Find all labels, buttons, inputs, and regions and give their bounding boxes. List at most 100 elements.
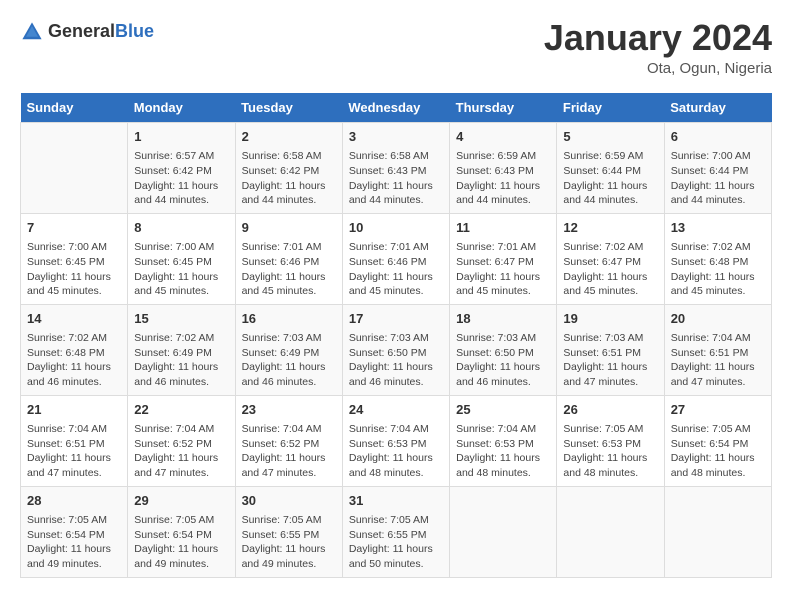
cell-content: Sunrise: 7:05 AMSunset: 6:55 PMDaylight:…	[349, 513, 443, 572]
day-number: 24	[349, 401, 443, 419]
cell-content: Sunrise: 7:02 AMSunset: 6:49 PMDaylight:…	[134, 331, 228, 390]
month-title: January 2024	[544, 20, 772, 56]
calendar-cell: 25 Sunrise: 7:04 AMSunset: 6:53 PMDayligh…	[450, 395, 557, 486]
day-number: 2	[242, 128, 336, 146]
calendar-body: 1 Sunrise: 6:57 AMSunset: 6:42 PMDaylight…	[21, 123, 772, 578]
day-header-thursday: Thursday	[450, 93, 557, 123]
cell-content: Sunrise: 7:00 AMSunset: 6:45 PMDaylight:…	[134, 240, 228, 299]
calendar-cell: 29Sunrise: 7:05 AMSunset: 6:54 PMDayligh…	[128, 486, 235, 577]
day-number: 28	[27, 492, 121, 510]
day-header-wednesday: Wednesday	[342, 93, 449, 123]
calendar-week-row: 21 Sunrise: 7:04 AMSunset: 6:51 PMDayligh…	[21, 395, 772, 486]
day-number: 3	[349, 128, 443, 146]
day-number: 21	[27, 401, 121, 419]
cell-content: Sunrise: 7:04 AMSunset: 6:53 PMDaylight:…	[349, 422, 443, 481]
calendar-cell: 13Sunrise: 7:02 AMSunset: 6:48 PMDayligh…	[664, 213, 771, 304]
calendar-header-row: SundayMondayTuesdayWednesdayThursdayFrid…	[21, 93, 772, 123]
cell-content: Sunrise: 7:01 AMSunset: 6:46 PMDaylight:…	[349, 240, 443, 299]
day-number: 27	[671, 401, 765, 419]
cell-content: Sunrise: 6:57 AMSunset: 6:42 PMDaylight:…	[134, 149, 228, 208]
cell-content: Sunrise: 7:04 AMSunset: 6:51 PMDaylight:…	[27, 422, 121, 481]
location-subtitle: Ota, Ogun, Nigeria	[544, 60, 772, 77]
day-number: 15	[134, 310, 228, 328]
cell-content: Sunrise: 7:04 AMSunset: 6:51 PMDaylight:…	[671, 331, 765, 390]
calendar-cell: 21 Sunrise: 7:04 AMSunset: 6:51 PMDayligh…	[21, 395, 128, 486]
day-number: 14	[27, 310, 121, 328]
calendar-cell	[21, 123, 128, 214]
calendar-cell: 3 Sunrise: 6:58 AMSunset: 6:43 PMDaylight…	[342, 123, 449, 214]
cell-content: Sunrise: 7:03 AMSunset: 6:51 PMDaylight:…	[563, 331, 657, 390]
calendar-week-row: 1 Sunrise: 6:57 AMSunset: 6:42 PMDaylight…	[21, 123, 772, 214]
page-header: GeneralBlue January 2024 Ota, Ogun, Nige…	[20, 20, 772, 77]
day-number: 30	[242, 492, 336, 510]
calendar-cell: 15 Sunrise: 7:02 AMSunset: 6:49 PMDayligh…	[128, 304, 235, 395]
day-number: 12	[563, 219, 657, 237]
calendar-cell: 20 Sunrise: 7:04 AMSunset: 6:51 PMDayligh…	[664, 304, 771, 395]
calendar-cell: 27 Sunrise: 7:05 AMSunset: 6:54 PMDayligh…	[664, 395, 771, 486]
calendar-cell: 12 Sunrise: 7:02 AMSunset: 6:47 PMDayligh…	[557, 213, 664, 304]
calendar-cell: 4Sunrise: 6:59 AMSunset: 6:43 PMDaylight…	[450, 123, 557, 214]
day-number: 25	[456, 401, 550, 419]
cell-content: Sunrise: 7:04 AMSunset: 6:52 PMDaylight:…	[242, 422, 336, 481]
cell-content: Sunrise: 7:03 AMSunset: 6:50 PMDaylight:…	[456, 331, 550, 390]
day-number: 18	[456, 310, 550, 328]
calendar-cell	[450, 486, 557, 577]
day-number: 7	[27, 219, 121, 237]
cell-content: Sunrise: 7:05 AMSunset: 6:54 PMDaylight:…	[671, 422, 765, 481]
calendar-cell: 24 Sunrise: 7:04 AMSunset: 6:53 PMDayligh…	[342, 395, 449, 486]
day-number: 23	[242, 401, 336, 419]
day-number: 5	[563, 128, 657, 146]
calendar-cell: 31 Sunrise: 7:05 AMSunset: 6:55 PMDayligh…	[342, 486, 449, 577]
calendar-cell: 14 Sunrise: 7:02 AMSunset: 6:48 PMDayligh…	[21, 304, 128, 395]
cell-content: Sunrise: 7:03 AMSunset: 6:50 PMDaylight:…	[349, 331, 443, 390]
logo-blue: Blue	[115, 21, 154, 41]
cell-content: Sunrise: 7:02 AMSunset: 6:48 PMDaylight:…	[27, 331, 121, 390]
day-header-monday: Monday	[128, 93, 235, 123]
day-number: 31	[349, 492, 443, 510]
day-number: 22	[134, 401, 228, 419]
day-number: 17	[349, 310, 443, 328]
calendar-week-row: 7 Sunrise: 7:00 AMSunset: 6:45 PMDaylight…	[21, 213, 772, 304]
calendar-week-row: 14 Sunrise: 7:02 AMSunset: 6:48 PMDayligh…	[21, 304, 772, 395]
cell-content: Sunrise: 7:01 AMSunset: 6:46 PMDaylight:…	[242, 240, 336, 299]
cell-content: Sunrise: 7:02 AMSunset: 6:47 PMDaylight:…	[563, 240, 657, 299]
cell-content: Sunrise: 6:59 AMSunset: 6:44 PMDaylight:…	[563, 149, 657, 208]
day-header-saturday: Saturday	[664, 93, 771, 123]
cell-content: Sunrise: 6:58 AMSunset: 6:43 PMDaylight:…	[349, 149, 443, 208]
calendar-cell: 19 Sunrise: 7:03 AMSunset: 6:51 PMDayligh…	[557, 304, 664, 395]
logo-general: General	[48, 21, 115, 41]
day-header-sunday: Sunday	[21, 93, 128, 123]
day-number: 8	[134, 219, 228, 237]
calendar-cell: 28 Sunrise: 7:05 AMSunset: 6:54 PMDayligh…	[21, 486, 128, 577]
calendar-cell: 2Sunrise: 6:58 AMSunset: 6:42 PMDaylight…	[235, 123, 342, 214]
calendar-cell: 23 Sunrise: 7:04 AMSunset: 6:52 PMDayligh…	[235, 395, 342, 486]
calendar-cell: 7 Sunrise: 7:00 AMSunset: 6:45 PMDaylight…	[21, 213, 128, 304]
day-number: 9	[242, 219, 336, 237]
cell-content: Sunrise: 7:00 AMSunset: 6:45 PMDaylight:…	[27, 240, 121, 299]
cell-content: Sunrise: 7:05 AMSunset: 6:55 PMDaylight:…	[242, 513, 336, 572]
logo: GeneralBlue	[20, 20, 154, 44]
cell-content: Sunrise: 7:04 AMSunset: 6:52 PMDaylight:…	[134, 422, 228, 481]
calendar-cell: 5 Sunrise: 6:59 AMSunset: 6:44 PMDaylight…	[557, 123, 664, 214]
cell-content: Sunrise: 7:01 AMSunset: 6:47 PMDaylight:…	[456, 240, 550, 299]
cell-content: Sunrise: 7:03 AMSunset: 6:49 PMDaylight:…	[242, 331, 336, 390]
day-number: 1	[134, 128, 228, 146]
calendar-cell: 1 Sunrise: 6:57 AMSunset: 6:42 PMDaylight…	[128, 123, 235, 214]
day-number: 29	[134, 492, 228, 510]
calendar-cell: 30 Sunrise: 7:05 AMSunset: 6:55 PMDayligh…	[235, 486, 342, 577]
day-number: 20	[671, 310, 765, 328]
day-number: 11	[456, 219, 550, 237]
calendar-table: SundayMondayTuesdayWednesdayThursdayFrid…	[20, 93, 772, 578]
day-number: 4	[456, 128, 550, 146]
calendar-cell: 8 Sunrise: 7:00 AMSunset: 6:45 PMDaylight…	[128, 213, 235, 304]
calendar-cell: 26Sunrise: 7:05 AMSunset: 6:53 PMDayligh…	[557, 395, 664, 486]
cell-content: Sunrise: 7:05 AMSunset: 6:54 PMDaylight:…	[27, 513, 121, 572]
day-number: 16	[242, 310, 336, 328]
cell-content: Sunrise: 7:04 AMSunset: 6:53 PMDaylight:…	[456, 422, 550, 481]
calendar-cell: 16 Sunrise: 7:03 AMSunset: 6:49 PMDayligh…	[235, 304, 342, 395]
calendar-cell: 18 Sunrise: 7:03 AMSunset: 6:50 PMDayligh…	[450, 304, 557, 395]
calendar-cell: 10Sunrise: 7:01 AMSunset: 6:46 PMDayligh…	[342, 213, 449, 304]
calendar-cell: 11 Sunrise: 7:01 AMSunset: 6:47 PMDayligh…	[450, 213, 557, 304]
day-number: 6	[671, 128, 765, 146]
day-number: 19	[563, 310, 657, 328]
